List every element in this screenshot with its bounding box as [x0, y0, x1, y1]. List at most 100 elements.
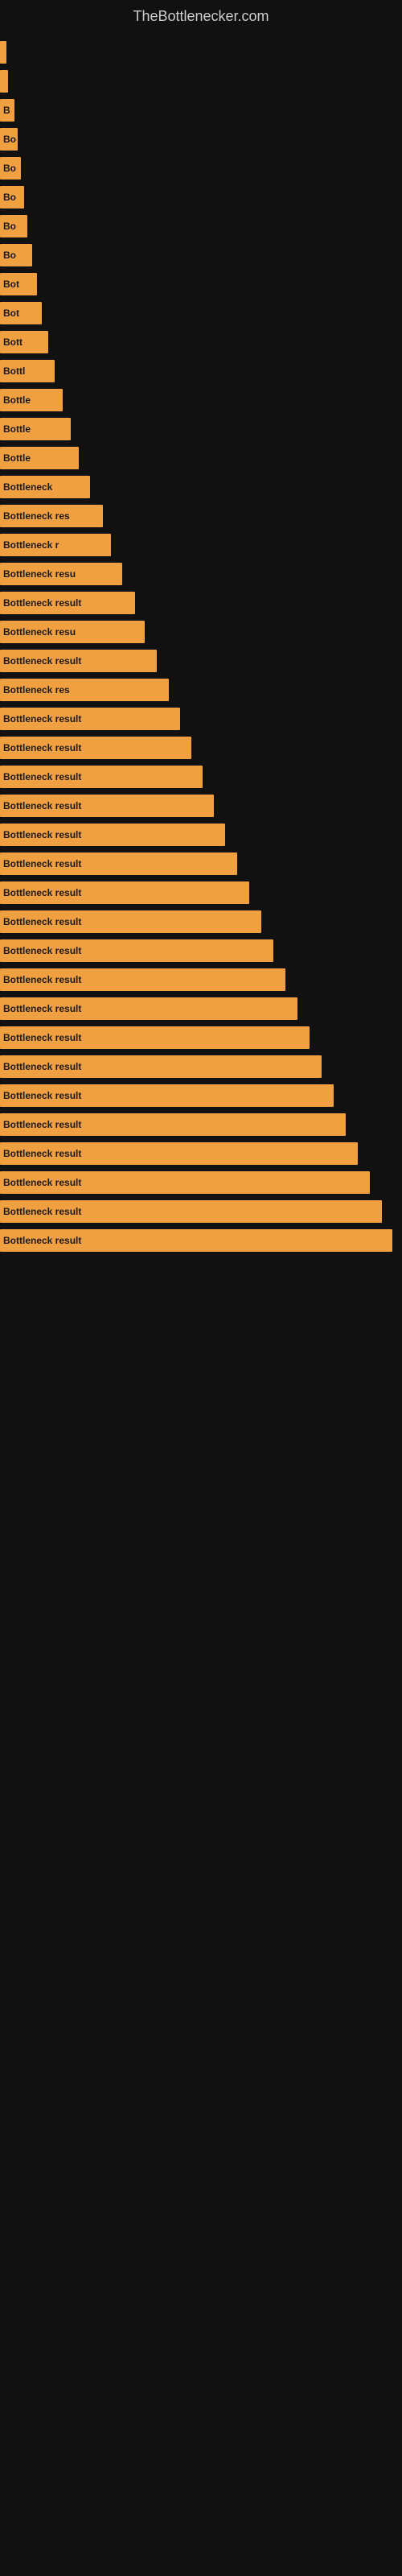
bar-11: Bottl — [0, 360, 55, 382]
bar-row: Bottleneck result — [0, 852, 402, 875]
bar-label-41: Bottleneck result — [3, 1235, 81, 1246]
bar-row: Bottleneck result — [0, 650, 402, 672]
bar-row: Bottleneck res — [0, 679, 402, 701]
bar-15: Bottleneck — [0, 476, 90, 498]
bar-label-20: Bottleneck resu — [3, 626, 76, 638]
bar-row: Bottleneck result — [0, 795, 402, 817]
bar-36: Bottleneck result — [0, 1084, 334, 1107]
bar-label-26: Bottleneck result — [3, 800, 81, 811]
bar-row: Bo — [0, 157, 402, 180]
bar-label-22: Bottleneck res — [3, 684, 70, 696]
bar-row: Bot — [0, 273, 402, 295]
bar-label-21: Bottleneck result — [3, 655, 81, 667]
bar-row: Bottleneck result — [0, 1055, 402, 1078]
bar-0 — [0, 41, 6, 64]
bar-7: Bo — [0, 244, 32, 266]
bar-row: Bottleneck res — [0, 505, 402, 527]
bar-label-5: Bo — [3, 192, 16, 203]
bar-row: Bottleneck result — [0, 1084, 402, 1107]
bar-label-14: Bottle — [3, 452, 31, 464]
bar-label-37: Bottleneck result — [3, 1119, 81, 1130]
bar-label-27: Bottleneck result — [3, 829, 81, 840]
bar-label-28: Bottleneck result — [3, 858, 81, 869]
bar-row: Bottleneck result — [0, 881, 402, 904]
bar-label-8: Bot — [3, 279, 19, 290]
bar-label-10: Bott — [3, 336, 23, 348]
bar-label-24: Bottleneck result — [3, 742, 81, 753]
bar-row: Bott — [0, 331, 402, 353]
bar-10: Bott — [0, 331, 48, 353]
bar-34: Bottleneck result — [0, 1026, 310, 1049]
bar-row: Bo — [0, 186, 402, 208]
bar-row: Bottleneck result — [0, 766, 402, 788]
bar-row — [0, 41, 402, 64]
bar-28: Bottleneck result — [0, 852, 237, 875]
bar-row: Bottleneck resu — [0, 621, 402, 643]
bar-row: Bottl — [0, 360, 402, 382]
bar-label-16: Bottleneck res — [3, 510, 70, 522]
bar-38: Bottleneck result — [0, 1142, 358, 1165]
bar-29: Bottleneck result — [0, 881, 249, 904]
bar-row: Bottleneck result — [0, 1113, 402, 1136]
site-title: TheBottlenecker.com — [0, 0, 402, 37]
bar-33: Bottleneck result — [0, 997, 297, 1020]
bar-row: Bottleneck result — [0, 910, 402, 933]
bar-label-9: Bot — [3, 308, 19, 319]
bars-container: B Bo Bo Bo Bo Bo Bot Bot Bott Bottl Bottle Bottle Bo… — [0, 37, 402, 1262]
bar-label-29: Bottleneck result — [3, 887, 81, 898]
bar-row: Bottleneck result — [0, 737, 402, 759]
bar-19: Bottleneck result — [0, 592, 135, 614]
bar-23: Bottleneck result — [0, 708, 180, 730]
bar-31: Bottleneck result — [0, 939, 273, 962]
bar-13: Bottle — [0, 418, 71, 440]
bar-row: Bottle — [0, 418, 402, 440]
bar-label-17: Bottleneck r — [3, 539, 59, 551]
bar-16: Bottleneck res — [0, 505, 103, 527]
bar-14: Bottle — [0, 447, 79, 469]
bar-row: Bo — [0, 244, 402, 266]
bar-label-30: Bottleneck result — [3, 916, 81, 927]
bar-row: Bo — [0, 128, 402, 151]
bar-21: Bottleneck result — [0, 650, 157, 672]
bar-row: B — [0, 99, 402, 122]
bar-row: Bo — [0, 215, 402, 237]
bar-12: Bottle — [0, 389, 63, 411]
bar-32: Bottleneck result — [0, 968, 285, 991]
bar-label-40: Bottleneck result — [3, 1206, 81, 1217]
bar-label-2: B — [3, 105, 10, 116]
bar-17: Bottleneck r — [0, 534, 111, 556]
bar-row: Bottleneck resu — [0, 563, 402, 585]
bar-label-38: Bottleneck result — [3, 1148, 81, 1159]
bar-label-11: Bottl — [3, 365, 25, 377]
bar-row: Bottle — [0, 447, 402, 469]
bar-26: Bottleneck result — [0, 795, 214, 817]
bar-label-31: Bottleneck result — [3, 945, 81, 956]
bar-27: Bottleneck result — [0, 824, 225, 846]
bar-row — [0, 70, 402, 93]
bar-row: Bottleneck result — [0, 1142, 402, 1165]
bar-row: Bot — [0, 302, 402, 324]
bar-label-25: Bottleneck result — [3, 771, 81, 782]
bar-row: Bottleneck result — [0, 592, 402, 614]
bar-8: Bot — [0, 273, 37, 295]
bar-9: Bot — [0, 302, 42, 324]
bar-row: Bottleneck — [0, 476, 402, 498]
bar-row: Bottleneck result — [0, 824, 402, 846]
bar-label-6: Bo — [3, 221, 16, 232]
bar-6: Bo — [0, 215, 27, 237]
bar-label-7: Bo — [3, 250, 16, 261]
bar-row: Bottleneck result — [0, 1229, 402, 1252]
bar-5: Bo — [0, 186, 24, 208]
bar-20: Bottleneck resu — [0, 621, 145, 643]
bar-row: Bottleneck result — [0, 939, 402, 962]
bar-row: Bottleneck r — [0, 534, 402, 556]
bar-40: Bottleneck result — [0, 1200, 382, 1223]
bar-label-4: Bo — [3, 163, 16, 174]
bar-22: Bottleneck res — [0, 679, 169, 701]
bar-row: Bottleneck result — [0, 968, 402, 991]
bar-row: Bottleneck result — [0, 1171, 402, 1194]
bar-24: Bottleneck result — [0, 737, 191, 759]
bar-18: Bottleneck resu — [0, 563, 122, 585]
bar-label-3: Bo — [3, 134, 16, 145]
bar-row: Bottle — [0, 389, 402, 411]
